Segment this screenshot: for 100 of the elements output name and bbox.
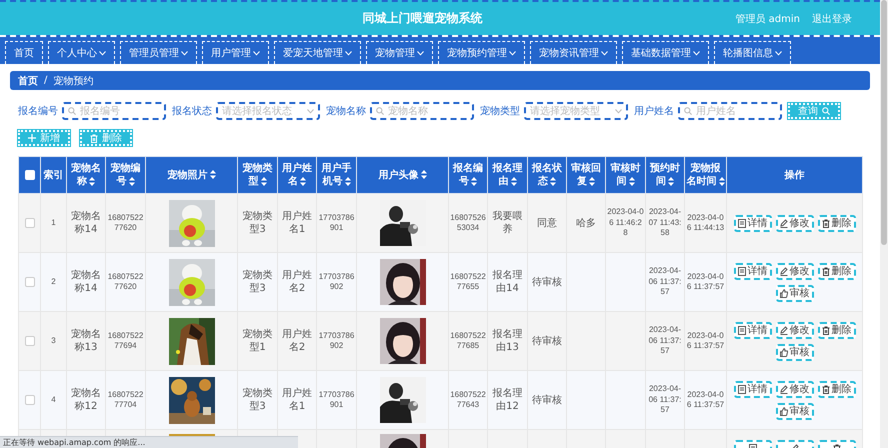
sort-icon[interactable] bbox=[420, 170, 426, 180]
delete-button[interactable]: 删除 bbox=[818, 214, 856, 232]
table-cell: 报名理由13 bbox=[488, 312, 528, 370]
table-cell: 17703786902 bbox=[316, 312, 356, 370]
column-header[interactable]: 审核回复 bbox=[566, 156, 606, 194]
column-header[interactable]: 宠物照片 bbox=[146, 156, 238, 194]
table-cell: 宠物类型3 bbox=[238, 252, 278, 312]
review-button[interactable]: 审核 bbox=[776, 284, 814, 302]
nav-tab[interactable]: 基础数据管理 bbox=[622, 41, 709, 64]
thumbs-up-icon bbox=[780, 348, 788, 356]
edit-button[interactable]: 修改 bbox=[776, 262, 814, 280]
nav-tab[interactable]: 管理员管理 bbox=[120, 41, 197, 64]
column-header[interactable]: 报名状态 bbox=[528, 156, 566, 194]
plus-icon bbox=[28, 134, 36, 142]
breadcrumb-item[interactable]: 首页 bbox=[18, 74, 38, 88]
scrollbar[interactable] bbox=[880, 0, 888, 448]
chevron-down-icon bbox=[417, 50, 424, 56]
document-icon bbox=[738, 218, 746, 228]
sort-icon[interactable] bbox=[471, 176, 477, 186]
column-header[interactable]: 报名理由 bbox=[488, 156, 528, 194]
review-button[interactable]: 审核 bbox=[776, 402, 814, 420]
column-header[interactable]: 预约时间 bbox=[646, 156, 684, 194]
table-cell: 1680752277643 bbox=[448, 370, 488, 430]
pencil-icon bbox=[780, 266, 788, 276]
pencil-icon bbox=[780, 218, 788, 228]
table-cell: 17703786902 bbox=[316, 252, 356, 312]
column-header[interactable]: 宠物类型 bbox=[238, 156, 278, 194]
search-icon bbox=[376, 107, 384, 115]
sort-icon[interactable] bbox=[300, 176, 306, 186]
table-cell: 2023-04-06 11:37:57 bbox=[646, 252, 684, 312]
sort-icon[interactable] bbox=[89, 176, 95, 186]
nav-tab[interactable]: 宠物资讯管理 bbox=[530, 41, 617, 64]
table-cell: 报名理由14 bbox=[488, 252, 528, 312]
nav-tab[interactable]: 首页 bbox=[5, 41, 43, 64]
table-cell: 用户姓名1 bbox=[278, 370, 316, 430]
detail-button[interactable]: 详情 bbox=[734, 214, 772, 232]
sort-icon[interactable] bbox=[589, 176, 595, 186]
document-icon bbox=[738, 326, 746, 334]
nav-tab[interactable]: 轮播图信息 bbox=[714, 41, 791, 64]
edit-button[interactable]: 修改 bbox=[776, 380, 814, 398]
scrollbar-thumb[interactable] bbox=[881, 0, 887, 245]
field-label: 宠物类型 bbox=[480, 104, 520, 118]
checkbox[interactable] bbox=[24, 218, 34, 228]
app-title: 同城上门喂遛宠物系统 bbox=[362, 10, 484, 27]
table-cell: 1680752277620 bbox=[106, 194, 146, 252]
table-cell: 宠物名称13 bbox=[66, 312, 106, 370]
nav-tab[interactable]: 个人中心 bbox=[48, 41, 115, 64]
search-icon bbox=[822, 107, 830, 115]
edit-button[interactable]: 修改 bbox=[776, 322, 814, 338]
delete-button[interactable]: 删除 bbox=[818, 322, 856, 338]
table-cell: 宠物名称12 bbox=[66, 370, 106, 430]
table-cell: 2 bbox=[40, 252, 66, 312]
delete-button[interactable]: 删除 bbox=[818, 380, 856, 398]
sort-icon[interactable] bbox=[260, 176, 266, 186]
delete-button[interactable]: 删除 bbox=[818, 262, 856, 280]
column-header[interactable]: 用户姓名 bbox=[278, 156, 316, 194]
checkbox[interactable] bbox=[24, 395, 34, 406]
table-cell: 17703786901 bbox=[316, 194, 356, 252]
table-cell: 待审核 bbox=[528, 252, 566, 312]
review-button[interactable]: 审核 bbox=[776, 344, 814, 360]
document-icon bbox=[738, 266, 746, 276]
detail-button[interactable]: 详情 bbox=[734, 322, 772, 338]
column-header[interactable]: 报名编号 bbox=[448, 156, 488, 194]
column-header[interactable]: 用户手机号 bbox=[316, 156, 356, 194]
sort-icon[interactable] bbox=[718, 176, 724, 186]
breadcrumb-item[interactable]: 宠物预约 bbox=[53, 74, 94, 88]
column-header[interactable]: 宠物报名时间 bbox=[684, 156, 726, 194]
table-cell: 4 bbox=[40, 370, 66, 430]
column-header[interactable]: 宠物编号 bbox=[106, 156, 146, 194]
table-cell: 用户姓名2 bbox=[278, 252, 316, 312]
table-cell: 17703786901 bbox=[316, 370, 356, 430]
trash-icon bbox=[822, 266, 830, 276]
checkbox[interactable] bbox=[24, 336, 34, 346]
table-cell: 2023-04-07 11:43:58 bbox=[646, 194, 684, 252]
column-header[interactable]: 宠物名称 bbox=[66, 156, 106, 194]
sort-icon[interactable] bbox=[628, 176, 634, 186]
nav-tab[interactable]: 宠物管理 bbox=[366, 41, 433, 64]
table-cell: 2023-04-06 11:37:57 bbox=[684, 370, 726, 430]
table-cell: 宠物类型1 bbox=[238, 312, 278, 370]
detail-button[interactable]: 详情 bbox=[734, 380, 772, 398]
sort-icon[interactable] bbox=[210, 170, 216, 180]
column-header[interactable]: 用户头像 bbox=[356, 156, 448, 194]
table-cell: 待审核 bbox=[528, 312, 566, 370]
sort-icon[interactable] bbox=[550, 176, 556, 186]
sort-icon[interactable] bbox=[344, 176, 350, 186]
nav-tab[interactable]: 用户管理 bbox=[202, 41, 269, 64]
column-header[interactable]: 审核时间 bbox=[606, 156, 646, 194]
sort-icon[interactable] bbox=[668, 176, 674, 186]
nav-tab[interactable]: 宠物预约管理 bbox=[438, 41, 525, 64]
detail-button[interactable]: 详情 bbox=[734, 262, 772, 280]
checkbox[interactable] bbox=[24, 277, 34, 288]
edit-button[interactable]: 修改 bbox=[776, 214, 814, 232]
table-cell: 2023-04-06 11:46:28 bbox=[606, 194, 646, 252]
nav-tab[interactable]: 爱宠天地管理 bbox=[274, 41, 361, 64]
table-cell: 用户姓名1 bbox=[278, 194, 316, 252]
document-icon bbox=[738, 384, 746, 394]
sort-icon[interactable] bbox=[128, 176, 134, 186]
chevron-down-icon bbox=[693, 50, 700, 56]
trash-icon bbox=[822, 326, 830, 334]
sort-icon[interactable] bbox=[510, 176, 516, 186]
